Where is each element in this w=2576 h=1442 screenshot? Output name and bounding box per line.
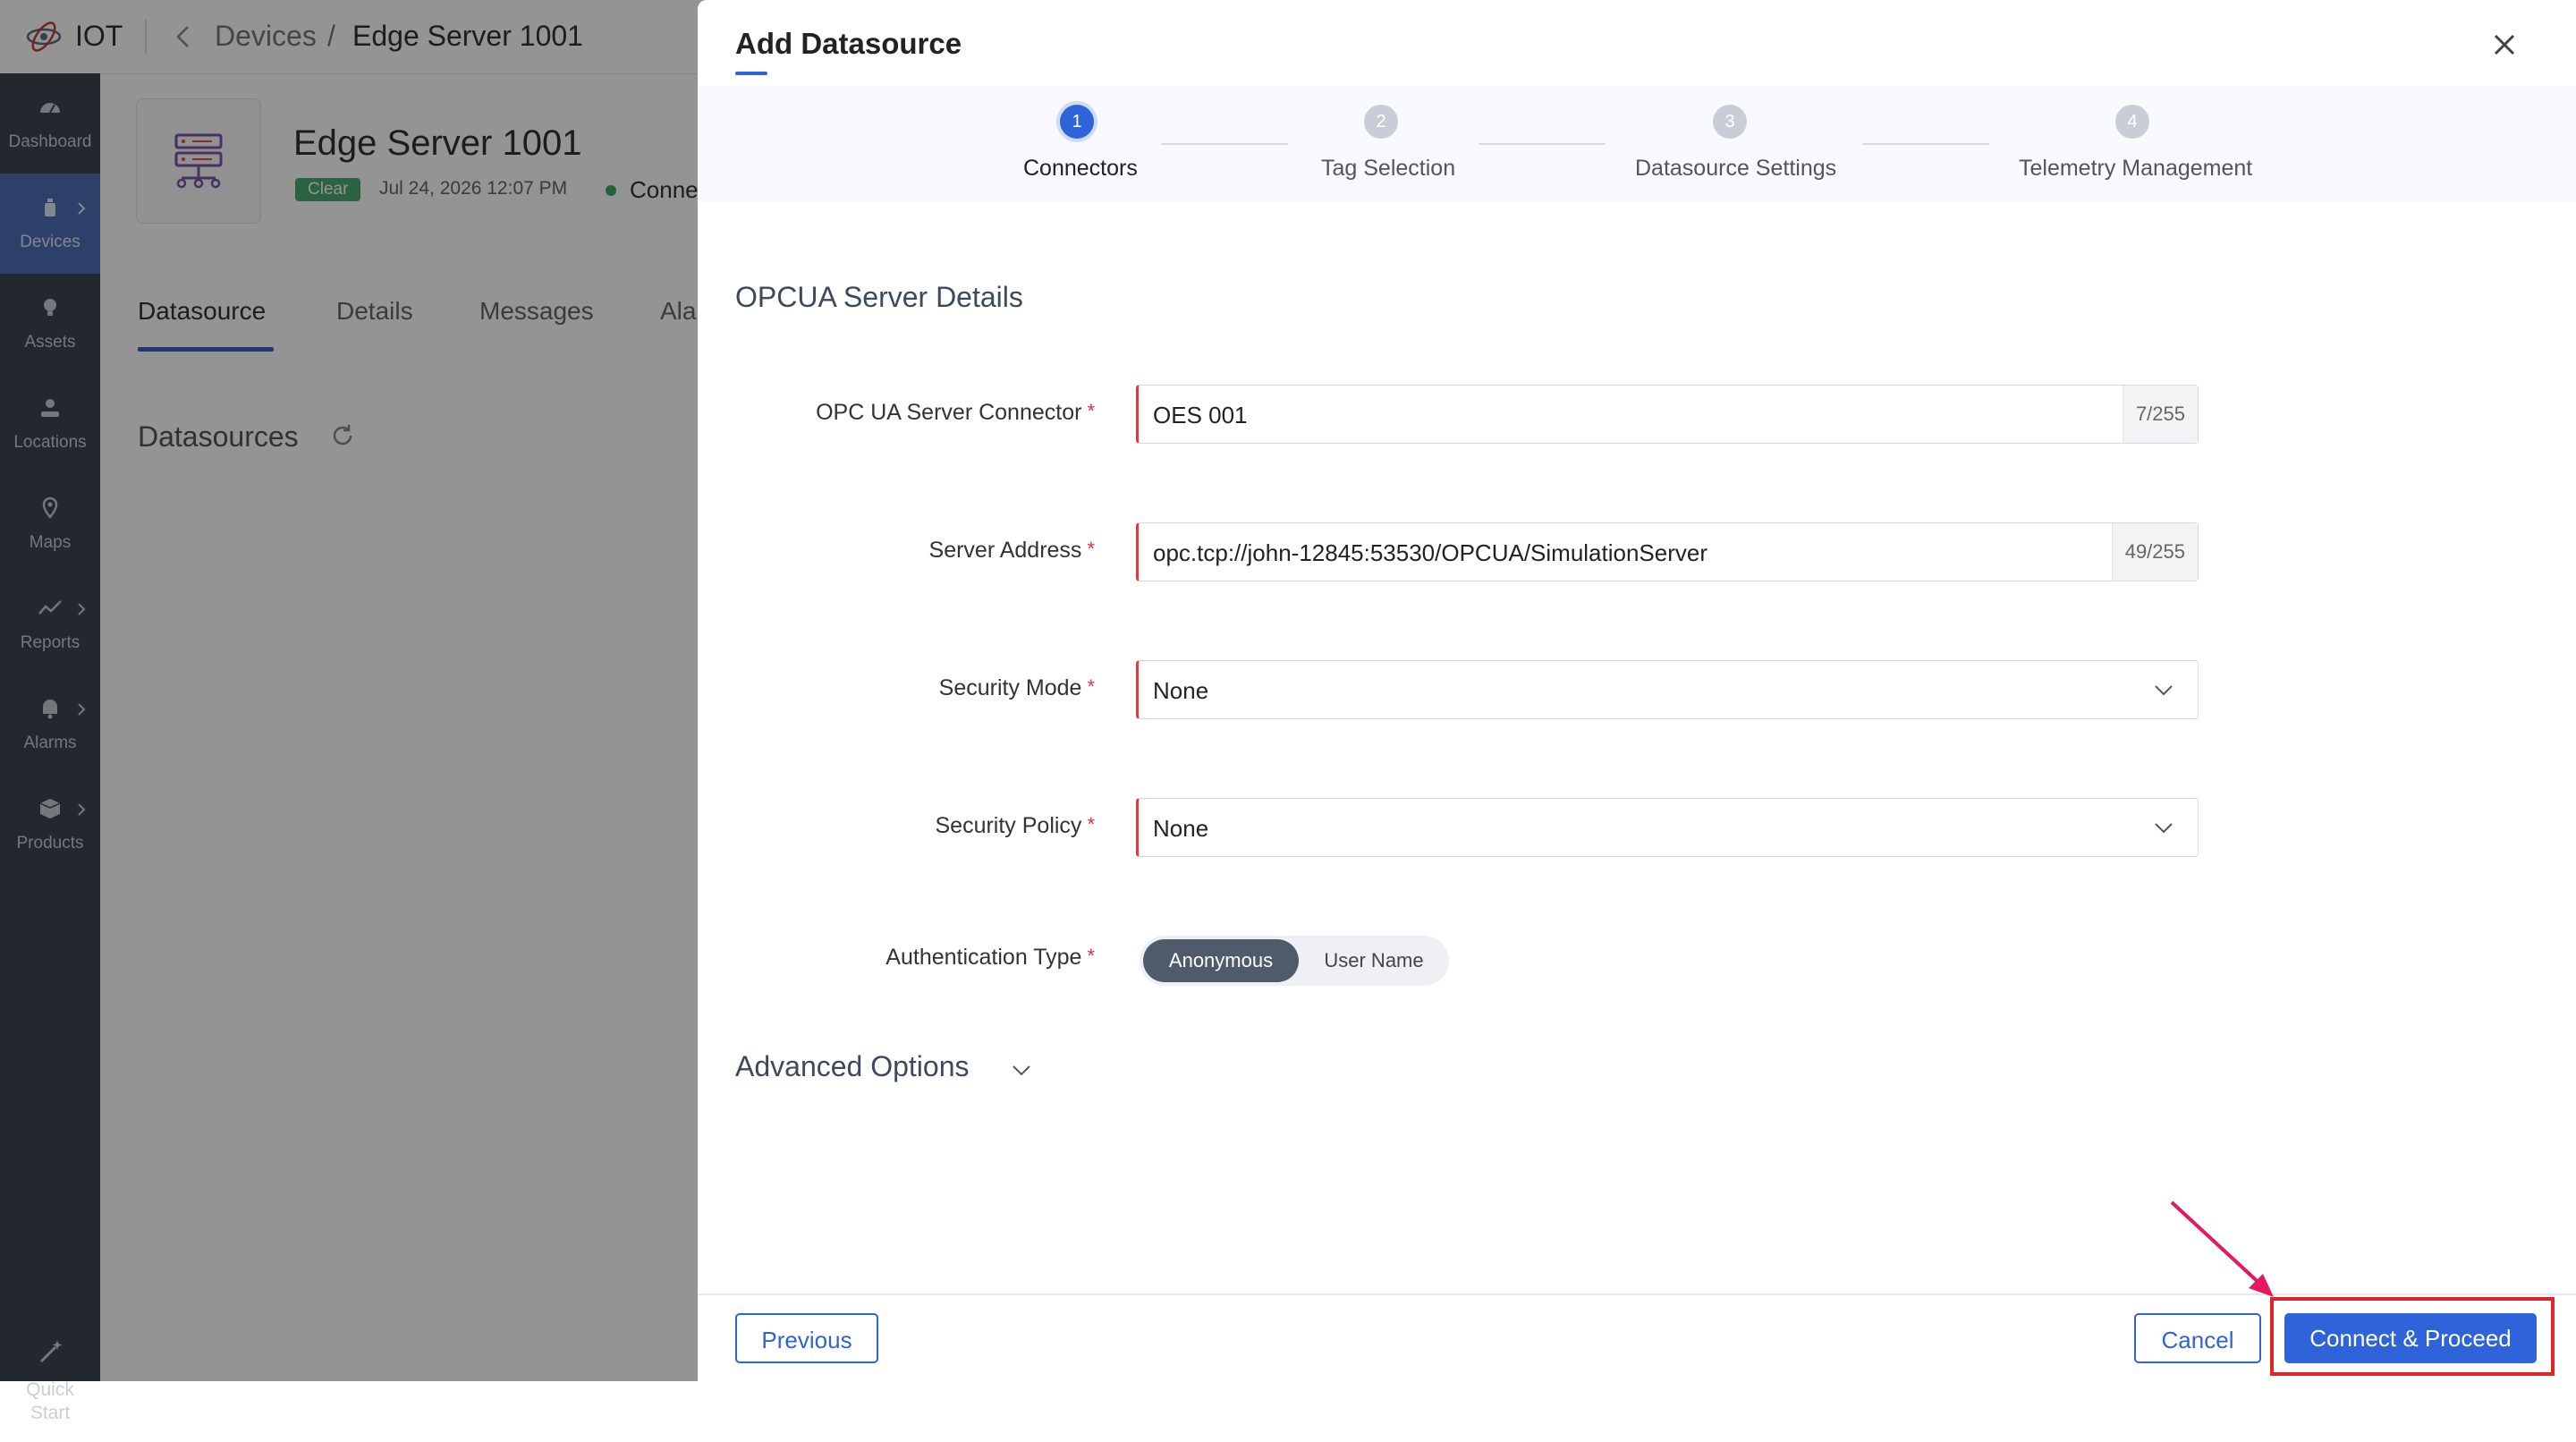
add-datasource-drawer: Add Datasource 1 Connectors 2 Tag Select… <box>698 0 2576 1381</box>
stepper: 1 Connectors 2 Tag Selection 3 Datasourc… <box>698 86 2576 202</box>
security-policy-value: None <box>1153 815 1209 842</box>
auth-type-toggle: Anonymous User Name <box>1140 936 1449 986</box>
char-counter: 7/255 <box>2122 386 2198 443</box>
footer-divider <box>698 1294 2576 1295</box>
step-connectors: Connectors <box>1023 156 1138 181</box>
required-mark: * <box>1087 945 1095 967</box>
security-mode-select[interactable]: None <box>1136 660 2199 719</box>
security-mode-label: Security Mode * <box>701 675 1095 701</box>
required-mark: * <box>1087 675 1095 698</box>
step-connector-line <box>1161 143 1288 145</box>
step-datasource-settings: Datasource Settings <box>1635 156 1837 181</box>
highlight-annotation <box>2270 1297 2555 1376</box>
security-mode-label-text: Security Mode <box>938 675 1082 700</box>
previous-button[interactable]: Previous <box>735 1313 878 1363</box>
required-mark: * <box>1087 400 1095 422</box>
section-title: OPCUA Server Details <box>735 281 1023 313</box>
security-policy-select[interactable]: None <box>1136 798 2199 857</box>
step-connector-line <box>1479 143 1606 145</box>
required-mark: * <box>1087 813 1095 836</box>
step-number-3: 3 <box>1713 105 1747 139</box>
cancel-button[interactable]: Cancel <box>2134 1313 2261 1363</box>
security-policy-label-text: Security Policy <box>935 813 1082 838</box>
server-address-value: opc.tcp://john-12845:53530/OPCUA/Simulat… <box>1153 539 1708 566</box>
advanced-options-toggle[interactable]: Advanced Options <box>735 1050 970 1083</box>
char-counter: 49/255 <box>2111 523 2198 581</box>
security-policy-label: Security Policy * <box>701 813 1095 839</box>
title-underline <box>735 72 767 75</box>
auth-username-option[interactable]: User Name <box>1302 939 1445 982</box>
connector-label: OPC UA Server Connector * <box>701 400 1095 426</box>
chevron-down-icon <box>2155 823 2173 834</box>
close-icon[interactable] <box>2485 25 2524 64</box>
connector-label-text: OPC UA Server Connector <box>816 400 1082 425</box>
address-label: Server Address * <box>701 538 1095 564</box>
step-number-2: 2 <box>1364 105 1398 139</box>
arrow-annotation-icon <box>2170 1200 2274 1297</box>
step-tag-selection: Tag Selection <box>1321 156 1456 181</box>
step-number-4: 4 <box>2115 105 2149 139</box>
security-mode-value: None <box>1153 677 1209 704</box>
step-telemetry-management: Telemetry Management <box>2019 156 2253 181</box>
connector-name-value: OES 001 <box>1153 402 1248 428</box>
address-label-text: Server Address <box>928 538 1082 563</box>
drawer-title: Add Datasource <box>735 27 962 60</box>
auth-type-label: Authentication Type * <box>701 945 1095 971</box>
quick-start-label-line1: Quick <box>26 1379 74 1400</box>
chevron-down-icon[interactable] <box>1011 1061 1032 1079</box>
server-address-input[interactable]: opc.tcp://john-12845:53530/OPCUA/Simulat… <box>1136 522 2199 581</box>
required-mark: * <box>1087 538 1095 560</box>
connector-name-input[interactable]: OES 001 7/255 <box>1136 385 2199 444</box>
step-connector-line <box>1862 143 1989 145</box>
chevron-down-icon <box>2155 685 2173 696</box>
step-number-1: 1 <box>1060 105 1094 139</box>
quick-start-label-line2: Start <box>30 1403 71 1423</box>
auth-anonymous-option[interactable]: Anonymous <box>1143 939 1299 982</box>
auth-type-label-text: Authentication Type <box>886 945 1082 970</box>
